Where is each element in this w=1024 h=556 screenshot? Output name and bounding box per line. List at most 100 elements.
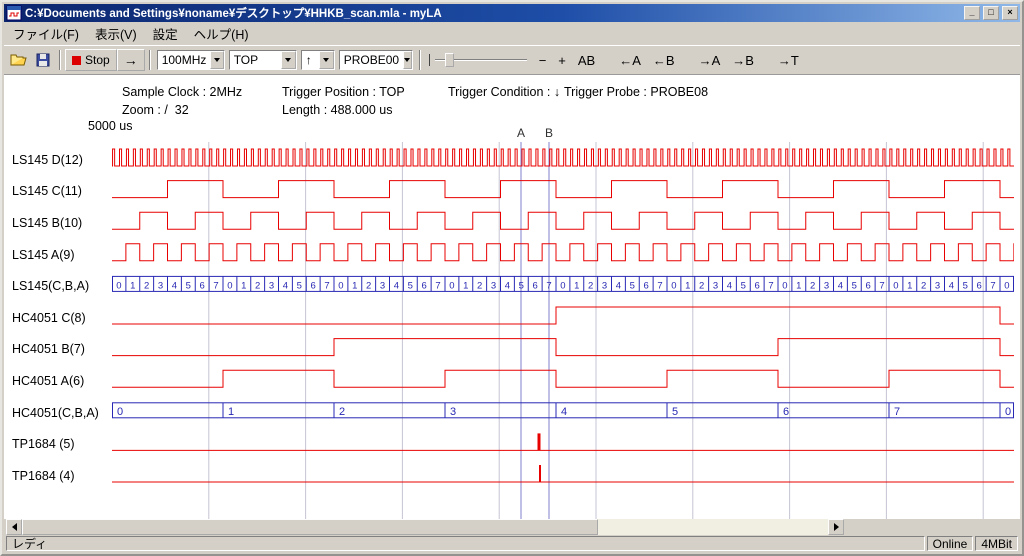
bus-value: 1: [907, 280, 912, 291]
bus-value: 6: [755, 280, 760, 291]
length-info: Length : 488.000 us: [282, 103, 393, 117]
channel-label-ls145-bus[interactable]: LS145(C,B,A): [12, 270, 99, 302]
dropdown-arrow[interactable]: [281, 51, 296, 69]
dropdown-arrow[interactable]: [319, 51, 334, 69]
bus-value: 0: [1004, 280, 1009, 291]
bus-value: 1: [685, 280, 690, 291]
close-button[interactable]: ×: [1002, 6, 1018, 20]
app-window: C:¥Documents and Settings¥noname¥デスクトップ¥…: [0, 0, 1024, 556]
waveform-client-area: Sample Clock : 2MHz Trigger Position : T…: [4, 75, 1020, 519]
bus-value: 7: [435, 280, 440, 291]
goto-cursor-a-right-button[interactable]: →A: [695, 53, 725, 68]
bus-value: 0: [449, 280, 454, 291]
menu-view[interactable]: 表示(V): [87, 22, 145, 45]
slider-thumb[interactable]: [445, 53, 454, 67]
trigger-edge-value: ↑: [302, 51, 316, 69]
dropdown-arrow[interactable]: [403, 51, 412, 69]
trace-LS145 C(11): [112, 181, 1014, 198]
channel-label-ls145-b[interactable]: LS145 B(10): [12, 207, 99, 239]
sample-clock-select[interactable]: 100MHz: [157, 50, 225, 70]
trigger-position-info: Trigger Position : TOP: [282, 85, 405, 99]
bus-value: 6: [977, 280, 982, 291]
bus-value: 2: [339, 406, 345, 418]
bus-value: 3: [713, 280, 718, 291]
trigger-probe-value: PROBE00: [340, 51, 403, 69]
save-button[interactable]: [31, 49, 55, 71]
bus-value: 5: [186, 280, 191, 291]
bus-value: 5: [852, 280, 857, 291]
bus-value: 2: [810, 280, 815, 291]
channel-label-ls145-c[interactable]: LS145 C(11): [12, 176, 99, 208]
run-button[interactable]: →: [117, 49, 145, 71]
bus-value: 1: [574, 280, 579, 291]
bus-value: 7: [879, 280, 884, 291]
bus-value: 4: [727, 280, 732, 291]
bus-value: 7: [768, 280, 773, 291]
bus-value: 0: [338, 280, 343, 291]
bus-value: 4: [616, 280, 621, 291]
bus-value: 7: [894, 406, 900, 418]
trigger-position-select[interactable]: TOP: [229, 50, 297, 70]
bus-value: 6: [200, 280, 205, 291]
bus-value: 0: [1005, 406, 1011, 418]
zoom-slider[interactable]: [435, 50, 527, 70]
trace-LS145 D(12): [112, 149, 1014, 166]
bus-value: 2: [921, 280, 926, 291]
bus-value: 7: [990, 280, 995, 291]
bus-value: 3: [491, 280, 496, 291]
goto-cursor-a-left-button[interactable]: ←A: [615, 53, 645, 68]
zoom-info: Zoom : / 32: [122, 103, 189, 117]
toolbar: Stop → 100MHz TOP ↑ PROBE00 − + AB: [4, 46, 1020, 75]
zoom-out-button[interactable]: −: [535, 53, 551, 68]
bus-value: 1: [241, 280, 246, 291]
bus-value: 4: [561, 406, 567, 418]
bus-value: 2: [588, 280, 593, 291]
channel-label-hc4051-c[interactable]: HC4051 C(8): [12, 302, 99, 334]
scrollbar-thumb[interactable]: [22, 519, 598, 535]
stop-button[interactable]: Stop: [65, 49, 117, 71]
minimize-button[interactable]: _: [964, 6, 980, 20]
scrollbar-track[interactable]: [598, 519, 828, 535]
scroll-right-button[interactable]: [828, 519, 844, 535]
toolbar-separator: [59, 50, 61, 70]
chevron-down-icon: [404, 58, 410, 62]
channel-label-hc4051-a[interactable]: HC4051 A(6): [12, 365, 99, 397]
horizontal-scrollbar[interactable]: [6, 519, 844, 535]
scroll-left-button[interactable]: [6, 519, 22, 535]
channel-label-hc4051-bus[interactable]: HC4051(C,B,A): [12, 397, 99, 429]
trigger-edge-select[interactable]: ↑: [301, 50, 335, 70]
zoom-in-button[interactable]: +: [554, 53, 570, 68]
bus-value: 3: [824, 280, 829, 291]
waveform-svg[interactable]: AB01234567012345670123456701234567012345…: [112, 126, 1014, 519]
menu-file[interactable]: ファイル(F): [5, 22, 87, 45]
trigger-probe-select[interactable]: PROBE00: [339, 50, 413, 70]
cursor-label-B[interactable]: B: [545, 126, 553, 140]
bus-value: 7: [324, 280, 329, 291]
bus-value: 4: [838, 280, 843, 291]
cursor-label-A[interactable]: A: [517, 126, 525, 140]
channel-label-hc4051-b[interactable]: HC4051 B(7): [12, 334, 99, 366]
channel-labels: LS145 D(12) LS145 C(11) LS145 B(10) LS14…: [12, 144, 99, 492]
bus-value: 6: [783, 406, 789, 418]
bus-value: 5: [297, 280, 302, 291]
trace-HC4051 B(7): [112, 339, 1014, 356]
channel-label-ls145-d[interactable]: LS145 D(12): [12, 144, 99, 176]
goto-trigger-button[interactable]: →T: [774, 53, 803, 68]
channel-label-tp1684-4[interactable]: TP1684 (4): [12, 460, 99, 492]
goto-cursor-b-left-button[interactable]: ←B: [649, 53, 679, 68]
menu-help[interactable]: ヘルプ(H): [186, 22, 257, 45]
open-file-button[interactable]: [7, 49, 31, 71]
dropdown-arrow[interactable]: [210, 51, 223, 69]
channel-label-ls145-a[interactable]: LS145 A(9): [12, 239, 99, 271]
ab-button[interactable]: AB: [574, 53, 599, 68]
menu-settings[interactable]: 設定: [145, 22, 186, 45]
bus-value: 1: [463, 280, 468, 291]
trace-HC4051 A(6): [112, 370, 1014, 387]
bus-value: 6: [311, 280, 316, 291]
bus-value: 0: [117, 406, 123, 418]
maximize-button[interactable]: □: [983, 6, 999, 20]
open-folder-icon: [10, 53, 28, 67]
goto-cursor-b-right-button[interactable]: →B: [728, 53, 758, 68]
channel-label-tp1684-5[interactable]: TP1684 (5): [12, 428, 99, 460]
statusbar: レディ Online 4MBit: [4, 535, 1020, 552]
